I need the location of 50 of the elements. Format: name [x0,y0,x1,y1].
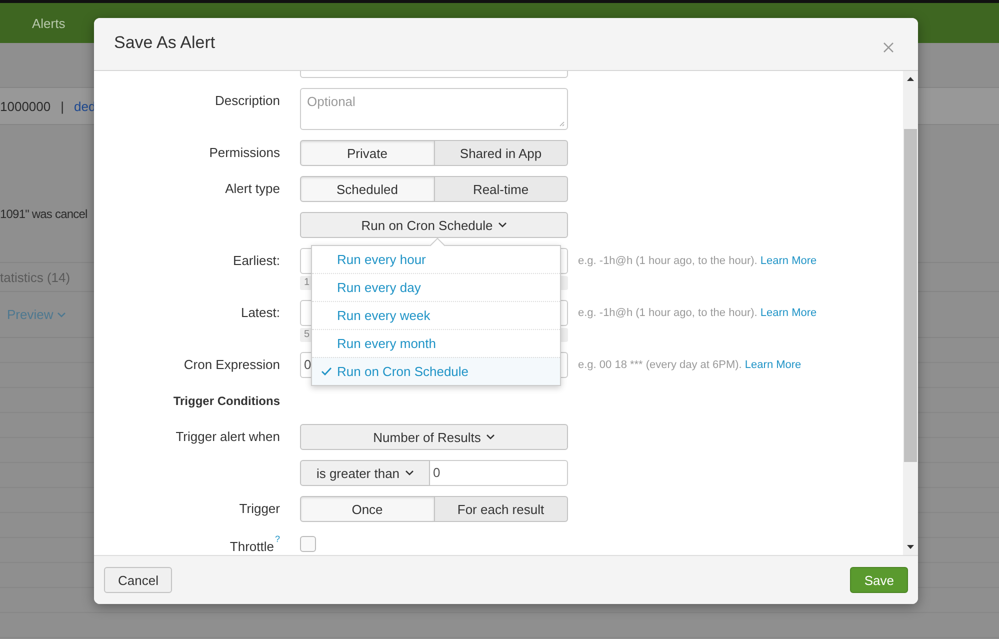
chevron-icon [498,222,507,228]
threshold-input[interactable]: 0 [430,460,568,486]
help-text: e.g. -1h@h (1 hour ago, to the hour). Learn More [578,254,818,269]
scrollbar[interactable] [903,71,918,555]
description-field[interactable]: Optional [300,88,568,130]
field-label: Trigger alert when [174,428,280,446]
segment-button[interactable]: Real-time [434,176,568,202]
learn-more-link[interactable]: Learn More [760,255,817,267]
segment-button[interactable]: Once [300,496,434,522]
field-label: Throttle [230,538,274,555]
save-button[interactable]: Save [850,567,908,593]
event-count: 1000000 [0,98,51,114]
status-message: 1091" was cancel [0,206,88,220]
throttle-checkbox[interactable] [300,536,316,552]
cancel-button[interactable]: Cancel [104,567,172,593]
help-text: e.g. 00 18 *** (every day at 6PM). Learn More [578,358,802,373]
menu-item[interactable]: Run every hour [312,246,560,273]
operator-dropdown[interactable]: is greater than [300,460,430,486]
scroll-down-icon[interactable] [907,545,914,549]
dropdown-button[interactable]: Run on Cron Schedule [300,212,568,238]
help-mark[interactable]: ? [274,534,280,544]
menu-item[interactable]: Run every day [312,273,560,301]
field-label: Earliest: [232,252,280,270]
help-text: e.g. -1h@h (1 hour ago, to the hour). Learn More [578,306,818,321]
resize-grip-icon[interactable] [559,121,565,127]
chevron-icon [404,470,414,476]
segment-button[interactable]: Shared in App [434,140,568,166]
field-label: Cron Expression [182,356,280,374]
close-icon[interactable] [883,42,894,52]
field-label: Latest: [240,304,280,322]
scroll-up-icon[interactable] [907,77,914,81]
learn-more-link[interactable]: Learn More [744,359,802,371]
section-heading: Trigger Conditions [172,393,280,410]
separator: | [60,98,64,114]
dropdown-button[interactable]: Number of Results [300,424,568,450]
nav-link[interactable]: Alerts [32,16,66,30]
field-label: Alert type [224,180,280,198]
chevron-icon [57,312,66,318]
segment-button[interactable]: Scheduled [300,176,434,202]
learn-more-link[interactable]: Learn More [760,307,817,319]
menu-item[interactable]: Run on Cron Schedule [312,357,560,385]
field-label: Permissions [208,144,280,162]
segment-button[interactable]: Private [300,140,434,166]
field-label: Description [214,92,280,110]
check-icon [321,367,332,376]
chevron-icon [486,434,495,440]
field-label: Trigger [238,500,280,518]
menu-item[interactable]: Run every week [312,301,560,329]
segment-button[interactable]: For each result [434,496,568,522]
dialog-title: Save As Alert [114,33,216,54]
